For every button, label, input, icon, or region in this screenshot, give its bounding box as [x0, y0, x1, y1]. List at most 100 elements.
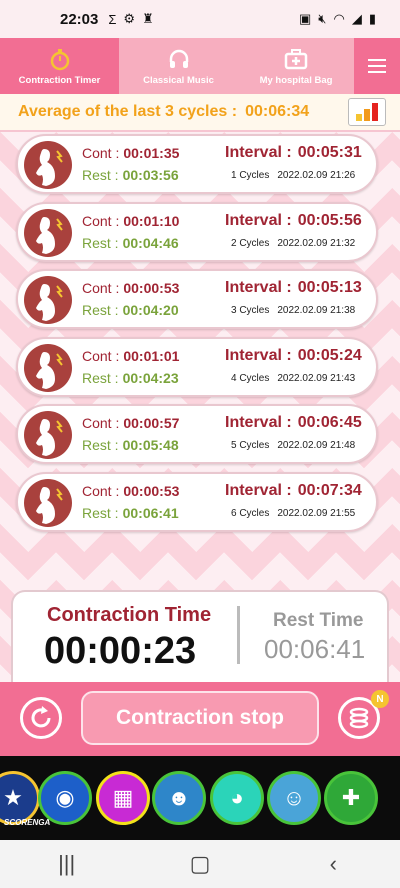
rest-duration: Rest :00:04:20 — [82, 302, 179, 318]
system-nav-bar: ||| ▢ ‹ — [0, 840, 400, 888]
sim-icon: ▣ — [299, 11, 312, 26]
scorenga-logo-icon[interactable]: ★ — [0, 771, 40, 825]
cont-value: 00:01:01 — [123, 347, 180, 364]
cycle-datetime: 2022.02.09 21:55 — [277, 508, 356, 519]
menu-button[interactable] — [354, 38, 400, 94]
rest-label: Rest : — [82, 167, 119, 183]
cycle-number: 1 Cycles — [231, 170, 270, 181]
cycle-meta: 3 Cycles 2022.02.09 21:38 — [231, 305, 355, 316]
timer-panel: Contraction Time 00:00:23 Rest Time 00:0… — [11, 590, 389, 682]
headphones-icon — [167, 47, 191, 71]
contraction-duration: Cont :00:00:53 — [82, 280, 179, 296]
interval-value: 00:06:45 — [297, 414, 362, 432]
hamburger-icon — [368, 65, 386, 67]
average-bar: Average of the last 3 cycles : 00:06:34 — [0, 94, 400, 132]
tab-bar: Contraction Timer Classical Music My hos… — [0, 38, 400, 94]
sonic-icon[interactable]: ◉ — [38, 771, 92, 825]
rest-time-label: Rest Time — [273, 610, 364, 631]
interval-label: Interval : — [225, 144, 292, 161]
pregnant-woman-icon — [24, 343, 72, 392]
cycle-card[interactable]: Cont :00:01:35 Rest :00:03:56 Interval :… — [16, 134, 378, 194]
cont-value: 00:00:53 — [123, 280, 180, 297]
reset-button[interactable] — [20, 697, 62, 739]
average-label: Average of the last 3 cycles : — [18, 103, 238, 120]
rest-value: 00:05:48 — [122, 437, 179, 454]
mute-icon: 🔇︎ — [318, 11, 327, 26]
mario-icon[interactable]: ✚ — [324, 771, 378, 825]
sigma-icon: Σ — [108, 11, 117, 27]
rest-value: 00:06:41 — [122, 505, 179, 521]
cycle-datetime: 2022.02.09 21:26 — [277, 170, 356, 181]
cont-label: Cont : — [82, 212, 120, 229]
interval: Interval : 00:06:45 — [225, 414, 362, 432]
back-icon[interactable]: ‹ — [303, 851, 363, 877]
interval: Interval : 00:05:56 — [225, 212, 362, 230]
subway-surfer-icon[interactable]: ☻ — [152, 771, 206, 825]
cycle-card[interactable]: Cont :00:01:01 Rest :00:04:23 Interval :… — [16, 336, 378, 397]
pregnant-woman-icon — [24, 411, 72, 460]
cycle-number: 5 Cycles — [231, 440, 270, 452]
cont-label: Cont : — [82, 415, 120, 432]
tab-contraction-timer[interactable]: Contraction Timer — [0, 38, 119, 94]
contraction-duration: Cont :00:00:57 — [82, 415, 179, 431]
pregnant-woman-icon — [24, 208, 72, 257]
rest-label: Rest : — [82, 505, 119, 521]
interval-label: Interval : — [225, 414, 292, 432]
tab-label: Classical Music — [143, 74, 214, 86]
settings-icon: ⚙ — [123, 11, 136, 26]
cycle-meta: 4 Cycles 2022.02.09 21:43 — [231, 373, 355, 384]
rest-value: 00:04:46 — [122, 234, 179, 251]
cycle-meta: 6 Cycles 2022.02.09 21:55 — [231, 508, 355, 519]
chart-button[interactable] — [348, 98, 386, 126]
interval: Interval : 00:05:24 — [225, 347, 362, 365]
ad-banner[interactable]: ★ SCORENGA ◉ ▦ ☻ ◕ ☺ ✚ — [0, 756, 400, 840]
medical-bag-icon — [284, 47, 308, 71]
interval-label: Interval : — [225, 482, 292, 499]
new-badge: N — [371, 690, 389, 708]
cycle-meta: 2 Cycles 2022.02.09 21:32 — [231, 238, 355, 249]
rest-value: 00:04:20 — [122, 302, 179, 319]
tab-classical-music[interactable]: Classical Music — [119, 38, 238, 94]
reset-icon — [31, 706, 51, 728]
contraction-time-value: 00:00:23 — [44, 630, 197, 672]
rest-duration: Rest :00:06:41 — [82, 505, 179, 521]
interval: Interval : 00:05:31 — [225, 144, 362, 162]
pregnant-woman-icon — [24, 479, 72, 527]
pregnant-woman-icon — [24, 276, 72, 325]
records-button[interactable]: N — [338, 690, 389, 739]
interval-value: 00:05:24 — [297, 346, 362, 364]
control-bar: Contraction stop N — [0, 682, 400, 756]
cycle-card[interactable]: Cont :00:00:53 Rest :00:06:41 Interval :… — [16, 472, 378, 532]
contraction-duration: Cont :00:01:01 — [82, 348, 179, 364]
spongebob-icon[interactable]: ▦ — [96, 771, 150, 825]
jake-icon[interactable]: ◕ — [210, 771, 264, 825]
bar-chart-icon-bar — [364, 109, 370, 121]
rest-label: Rest : — [82, 234, 119, 251]
tab-label: Contraction Timer — [18, 74, 101, 86]
cont-label: Cont : — [82, 145, 120, 161]
interval-value: 00:07:34 — [297, 482, 362, 499]
cont-label: Cont : — [82, 483, 120, 499]
contraction-stop-button[interactable]: Contraction stop — [81, 691, 319, 745]
cycle-datetime: 2022.02.09 21:43 — [277, 372, 356, 384]
cycle-number: 2 Cycles — [231, 237, 270, 249]
tab-label: My hospital Bag — [259, 74, 333, 86]
cont-value: 00:00:53 — [123, 483, 180, 499]
interval: Interval : 00:05:13 — [225, 279, 362, 297]
rest-duration: Rest :00:03:56 — [82, 167, 179, 183]
recent-apps-icon[interactable]: ||| — [37, 851, 97, 877]
stopwatch-icon — [48, 47, 72, 71]
rest-value: 00:04:23 — [122, 369, 179, 386]
interval: Interval : 00:07:34 — [225, 482, 362, 500]
talking-tom-icon[interactable]: ☺ — [267, 771, 321, 825]
home-icon[interactable]: ▢ — [170, 851, 230, 877]
cycle-card[interactable]: Cont :00:00:53 Rest :00:04:20 Interval :… — [16, 269, 378, 330]
interval-value: 00:05:13 — [297, 279, 362, 297]
cycle-card[interactable]: Cont :00:01:10 Rest :00:04:46 Interval :… — [16, 201, 378, 262]
rest-duration: Rest :00:05:48 — [82, 437, 179, 453]
tab-hospital-bag[interactable]: My hospital Bag — [238, 38, 354, 94]
cycle-card[interactable]: Cont :00:00:57 Rest :00:05:48 Interval :… — [16, 404, 378, 465]
bar-chart-icon-bar — [372, 103, 378, 121]
battery-icon: ▮ — [368, 11, 376, 26]
average-value: 00:06:34 — [245, 103, 310, 120]
